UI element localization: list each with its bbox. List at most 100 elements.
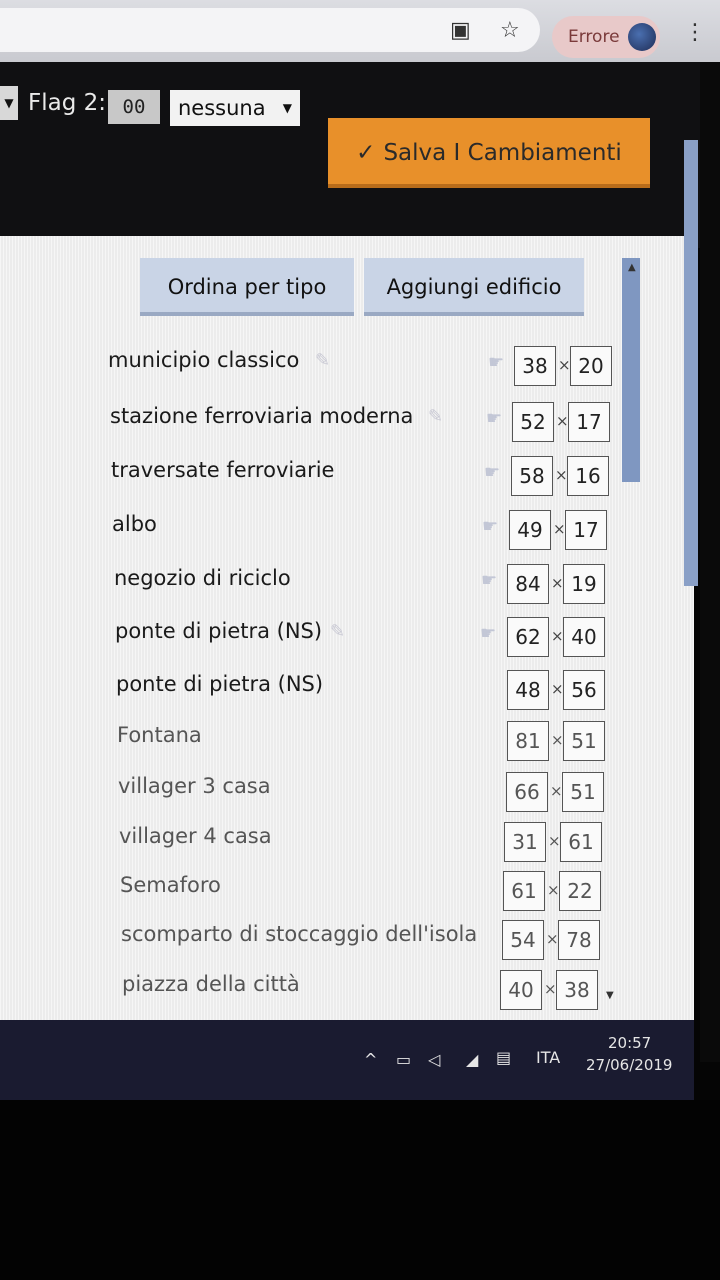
- drag-handle-icon[interactable]: ☛: [480, 623, 496, 644]
- times-icon: ×: [548, 832, 561, 850]
- building-name: municipio classico: [108, 348, 300, 372]
- pencil-icon[interactable]: ✎: [315, 350, 330, 371]
- height-field[interactable]: 17: [565, 510, 607, 550]
- building-name: traversate ferroviarie: [111, 458, 335, 482]
- translate-icon[interactable]: ▣: [450, 18, 471, 43]
- width-field[interactable]: 48: [507, 670, 549, 710]
- building-name: ponte di pietra (NS): [116, 672, 324, 696]
- height-field[interactable]: 56: [563, 670, 605, 710]
- width-field[interactable]: 62: [507, 617, 549, 657]
- times-icon: ×: [558, 356, 571, 374]
- height-field[interactable]: 22: [559, 871, 601, 911]
- building-name: piazza della città: [122, 972, 300, 996]
- list-item[interactable]: ponte di pietra (NS) 48 × 56: [0, 670, 640, 718]
- monitor-bezel: [0, 1100, 720, 1280]
- language-indicator[interactable]: ITA: [536, 1048, 560, 1067]
- save-button[interactable]: ✓ Salva I Cambiamenti: [328, 118, 650, 188]
- width-field[interactable]: 81: [507, 721, 549, 761]
- times-icon: ×: [556, 412, 569, 430]
- chevron-down-icon: ▼: [282, 101, 292, 115]
- height-field[interactable]: 38: [556, 970, 598, 1010]
- save-button-label: Salva I Cambiamenti: [383, 140, 622, 166]
- times-icon: ×: [553, 520, 566, 538]
- list-item[interactable]: piazza della città 40 × 38: [0, 970, 640, 1018]
- list-item[interactable]: traversate ferroviarie ☛ 58 × 16: [0, 456, 640, 504]
- list-item[interactable]: scomparto di stoccaggio dell'isola 54 × 78: [0, 920, 640, 968]
- clock-time[interactable]: 20:57: [608, 1034, 651, 1052]
- width-field[interactable]: 52: [512, 402, 554, 442]
- list-item[interactable]: negozio di riciclo ☛ 84 × 19: [0, 564, 640, 612]
- sort-by-type-button[interactable]: Ordina per tipo: [140, 258, 354, 316]
- avatar: [628, 23, 656, 51]
- drag-handle-icon[interactable]: ☛: [481, 570, 497, 591]
- list-item[interactable]: Semaforo 61 × 22: [0, 871, 640, 919]
- browser-toolbar: ▣ ☆ Errore ⋮: [0, 0, 720, 62]
- times-icon: ×: [551, 731, 564, 749]
- volume-icon[interactable]: ◁: [428, 1050, 440, 1069]
- drag-handle-icon[interactable]: ☛: [484, 462, 500, 483]
- list-item[interactable]: ponte di pietra (NS) ✎ ☛ 62 × 40: [0, 617, 640, 665]
- flag-code-field[interactable]: 00: [108, 90, 160, 124]
- building-name: albo: [112, 512, 157, 536]
- height-field[interactable]: 51: [562, 772, 604, 812]
- chevron-up-icon[interactable]: ^: [364, 1050, 377, 1069]
- star-icon[interactable]: ☆: [500, 18, 520, 43]
- list-item[interactable]: municipio classico ✎ ☛ 38 × 20: [0, 346, 640, 394]
- times-icon: ×: [551, 680, 564, 698]
- height-field[interactable]: 40: [563, 617, 605, 657]
- width-field[interactable]: 54: [502, 920, 544, 960]
- page-scrollbar[interactable]: [684, 140, 698, 586]
- clock-date[interactable]: 27/06/2019: [586, 1056, 672, 1074]
- width-field[interactable]: 61: [503, 871, 545, 911]
- building-name: ponte di pietra (NS): [115, 619, 323, 643]
- list-item[interactable]: villager 4 casa 31 × 61: [0, 822, 640, 870]
- height-field[interactable]: 61: [560, 822, 602, 862]
- building-name: Fontana: [117, 723, 202, 747]
- times-icon: ×: [555, 466, 568, 484]
- height-field[interactable]: 78: [558, 920, 600, 960]
- height-field[interactable]: 51: [563, 721, 605, 761]
- checkmark-icon: ✓: [356, 140, 376, 166]
- scroll-up-icon[interactable]: ▲: [628, 262, 636, 273]
- building-name: villager 3 casa: [118, 774, 271, 798]
- pencil-icon[interactable]: ✎: [428, 406, 443, 427]
- height-field[interactable]: 17: [568, 402, 610, 442]
- taskbar: ^ ▭ ◁ ◢ ▤ ITA 20:57 27/06/2019: [0, 1020, 694, 1100]
- width-field[interactable]: 38: [514, 346, 556, 386]
- list-item[interactable]: Fontana 81 × 51: [0, 721, 640, 769]
- drag-handle-icon[interactable]: ☛: [486, 408, 502, 429]
- width-field[interactable]: 40: [500, 970, 542, 1010]
- times-icon: ×: [551, 627, 564, 645]
- drag-handle-icon[interactable]: ☛: [488, 352, 504, 373]
- flag-select[interactable]: nessuna ▼: [170, 90, 300, 126]
- width-field[interactable]: 66: [506, 772, 548, 812]
- add-building-button[interactable]: Aggiungi edificio: [364, 258, 584, 316]
- pencil-icon[interactable]: ✎: [330, 621, 345, 642]
- drag-handle-icon[interactable]: ☛: [482, 516, 498, 537]
- times-icon: ×: [544, 980, 557, 998]
- profile-error-label: Errore: [568, 27, 620, 47]
- times-icon: ×: [551, 574, 564, 592]
- height-field[interactable]: 20: [570, 346, 612, 386]
- menu-icon[interactable]: ⋮: [684, 20, 706, 45]
- width-field[interactable]: 58: [511, 456, 553, 496]
- flag-label: Flag 2:: [28, 90, 107, 116]
- list-item[interactable]: albo ☛ 49 × 17: [0, 510, 640, 558]
- width-field[interactable]: 84: [507, 564, 549, 604]
- list-item[interactable]: villager 3 casa 66 × 51: [0, 772, 640, 820]
- height-field[interactable]: 19: [563, 564, 605, 604]
- width-field[interactable]: 49: [509, 510, 551, 550]
- width-field[interactable]: 31: [504, 822, 546, 862]
- battery-icon[interactable]: ▭: [396, 1050, 411, 1069]
- flag-select-value: nessuna: [178, 96, 266, 120]
- list-item[interactable]: stazione ferroviaria moderna ✎ ☛ 52 × 17: [0, 402, 640, 450]
- dropdown-arrow-icon[interactable]: ▼: [0, 86, 18, 120]
- notification-icon[interactable]: ▤: [496, 1048, 511, 1067]
- wifi-icon[interactable]: ◢: [466, 1050, 478, 1069]
- building-name: Semaforo: [120, 873, 221, 897]
- times-icon: ×: [547, 881, 560, 899]
- scroll-down-icon[interactable]: ▼: [606, 990, 614, 1001]
- screen-edge: [700, 62, 720, 1062]
- profile-error-button[interactable]: Errore: [552, 16, 660, 58]
- height-field[interactable]: 16: [567, 456, 609, 496]
